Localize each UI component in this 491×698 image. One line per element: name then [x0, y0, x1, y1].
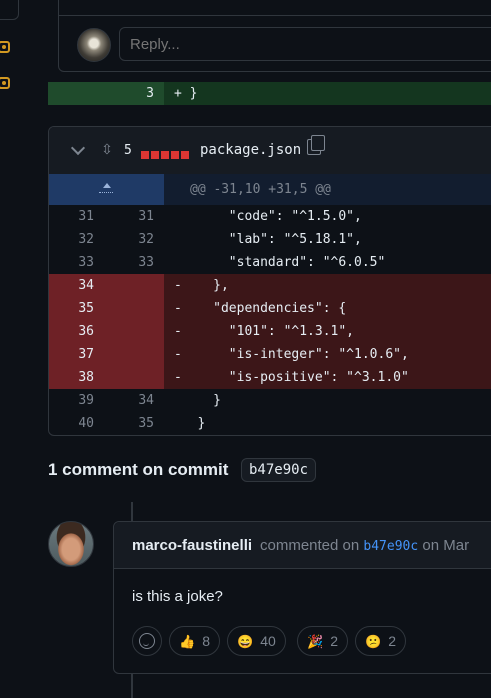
comment-action: commented on — [260, 537, 360, 554]
sidebar-frame — [0, 0, 19, 20]
old-line-number[interactable]: 31 — [49, 209, 94, 224]
code-line: } — [174, 416, 206, 431]
added-diff-line: 3 + } — [48, 82, 491, 105]
hunk-range: @@ -31,10 +31,5 @@ — [190, 182, 331, 197]
deleted-diff-line: 38 - "is-positive": "^3.1.0" — [49, 366, 491, 389]
new-line-number[interactable]: 34 — [109, 393, 154, 408]
reaction-count: 8 — [202, 633, 210, 649]
old-line-number[interactable]: 32 — [49, 232, 94, 247]
line-number: 3 — [146, 86, 154, 101]
comments-heading: 1 comment on commit — [48, 460, 229, 479]
add-reaction-button[interactable] — [132, 626, 162, 656]
hunk-header: @@ -31,10 +31,5 @@ — [49, 174, 491, 205]
reaction-emoji-icon: 🎉 — [307, 634, 324, 649]
code-line: - "is-positive": "^3.1.0" — [174, 370, 409, 385]
comment: marco-faustinelli commented on b47e90c o… — [113, 521, 491, 674]
deleted-diff-line: 37 - "is-integer": "^1.0.6", — [49, 343, 491, 366]
old-line-number[interactable]: 40 — [49, 416, 94, 431]
context-diff-line: 31 31 "code": "^1.5.0", — [49, 205, 491, 228]
old-line-number[interactable]: 37 — [49, 347, 94, 362]
code-line: "code": "^1.5.0", — [174, 209, 362, 224]
divider — [59, 15, 491, 16]
code-line: + } — [174, 86, 198, 101]
reaction-emoji-icon: 👍 — [179, 634, 196, 649]
file-name[interactable]: package.json — [200, 142, 301, 158]
deleted-diff-line: 35 - "dependencies": { — [49, 297, 491, 320]
code-line: - "101": "^1.3.1", — [174, 324, 355, 339]
file-header: ⇳ 5 package.json — [49, 127, 491, 175]
reaction-button[interactable]: 😄 40 — [227, 626, 286, 656]
comment-date[interactable]: on Mar — [422, 537, 469, 554]
copy-icon[interactable] — [307, 135, 325, 155]
old-line-number[interactable]: 39 — [49, 393, 94, 408]
reaction-button[interactable]: 😕 2 — [355, 626, 406, 656]
comment-meta: commented on b47e90c on Mar — [260, 537, 469, 554]
old-line-number[interactable]: 35 — [49, 301, 94, 316]
old-line-number[interactable]: 36 — [49, 324, 94, 339]
current-user-avatar — [77, 28, 111, 62]
reaction-count: 2 — [330, 633, 338, 649]
chevron-down-icon[interactable] — [70, 140, 86, 156]
code-line: } — [174, 393, 221, 408]
avatar[interactable] — [48, 521, 94, 567]
comment-commit-link[interactable]: b47e90c — [363, 539, 418, 554]
reaction-count: 40 — [260, 633, 276, 649]
deleted-diff-line: 34 - }, — [49, 274, 491, 297]
reaction-emoji-icon: 😄 — [237, 634, 254, 649]
reply-input[interactable] — [119, 27, 491, 61]
old-line-number[interactable]: 34 — [49, 278, 94, 293]
deleted-diff-line: 36 - "101": "^1.3.1", — [49, 320, 491, 343]
code-line: "standard": "^6.0.5" — [174, 255, 386, 270]
old-line-number[interactable]: 33 — [49, 255, 94, 270]
change-count: 5 — [124, 143, 132, 158]
expand-all-icon[interactable]: ⇳ — [98, 139, 116, 159]
code-line: - "dependencies": { — [174, 301, 347, 316]
context-diff-line: 39 34 } — [49, 389, 491, 412]
old-line-number[interactable]: 38 — [49, 370, 94, 385]
reaction-count: 2 — [388, 633, 396, 649]
expand-up-icon[interactable] — [49, 174, 164, 205]
unresolved-marker-icon[interactable] — [0, 77, 10, 89]
context-diff-line: 33 33 "standard": "^6.0.5" — [49, 251, 491, 274]
new-line-number[interactable]: 35 — [109, 416, 154, 431]
file-diff: ⇳ 5 package.json @@ -31,10 +31,5 @@ 31 31… — [48, 126, 491, 436]
comment-body: is this a joke? — [132, 588, 223, 605]
new-line-number[interactable]: 31 — [109, 209, 154, 224]
comment-author[interactable]: marco-faustinelli — [132, 537, 252, 554]
reaction-button[interactable]: 👍 8 — [169, 626, 220, 656]
unresolved-marker-icon[interactable] — [0, 41, 10, 53]
commit-sha[interactable]: b47e90c — [241, 458, 317, 482]
code-line: "lab": "^5.18.1", — [174, 232, 362, 247]
new-line-number[interactable]: 32 — [109, 232, 154, 247]
reaction-emoji-icon: 😕 — [365, 634, 382, 649]
code-line: - }, — [174, 278, 229, 293]
reaction-button[interactable]: 🎉 2 — [297, 626, 348, 656]
deletion-bars — [141, 146, 191, 162]
new-line-number[interactable]: 33 — [109, 255, 154, 270]
context-diff-line: 40 35 } — [49, 412, 491, 435]
comment-header: marco-faustinelli commented on b47e90c o… — [114, 522, 491, 569]
code-line: - "is-integer": "^1.0.6", — [174, 347, 409, 362]
context-diff-line: 32 32 "lab": "^5.18.1", — [49, 228, 491, 251]
